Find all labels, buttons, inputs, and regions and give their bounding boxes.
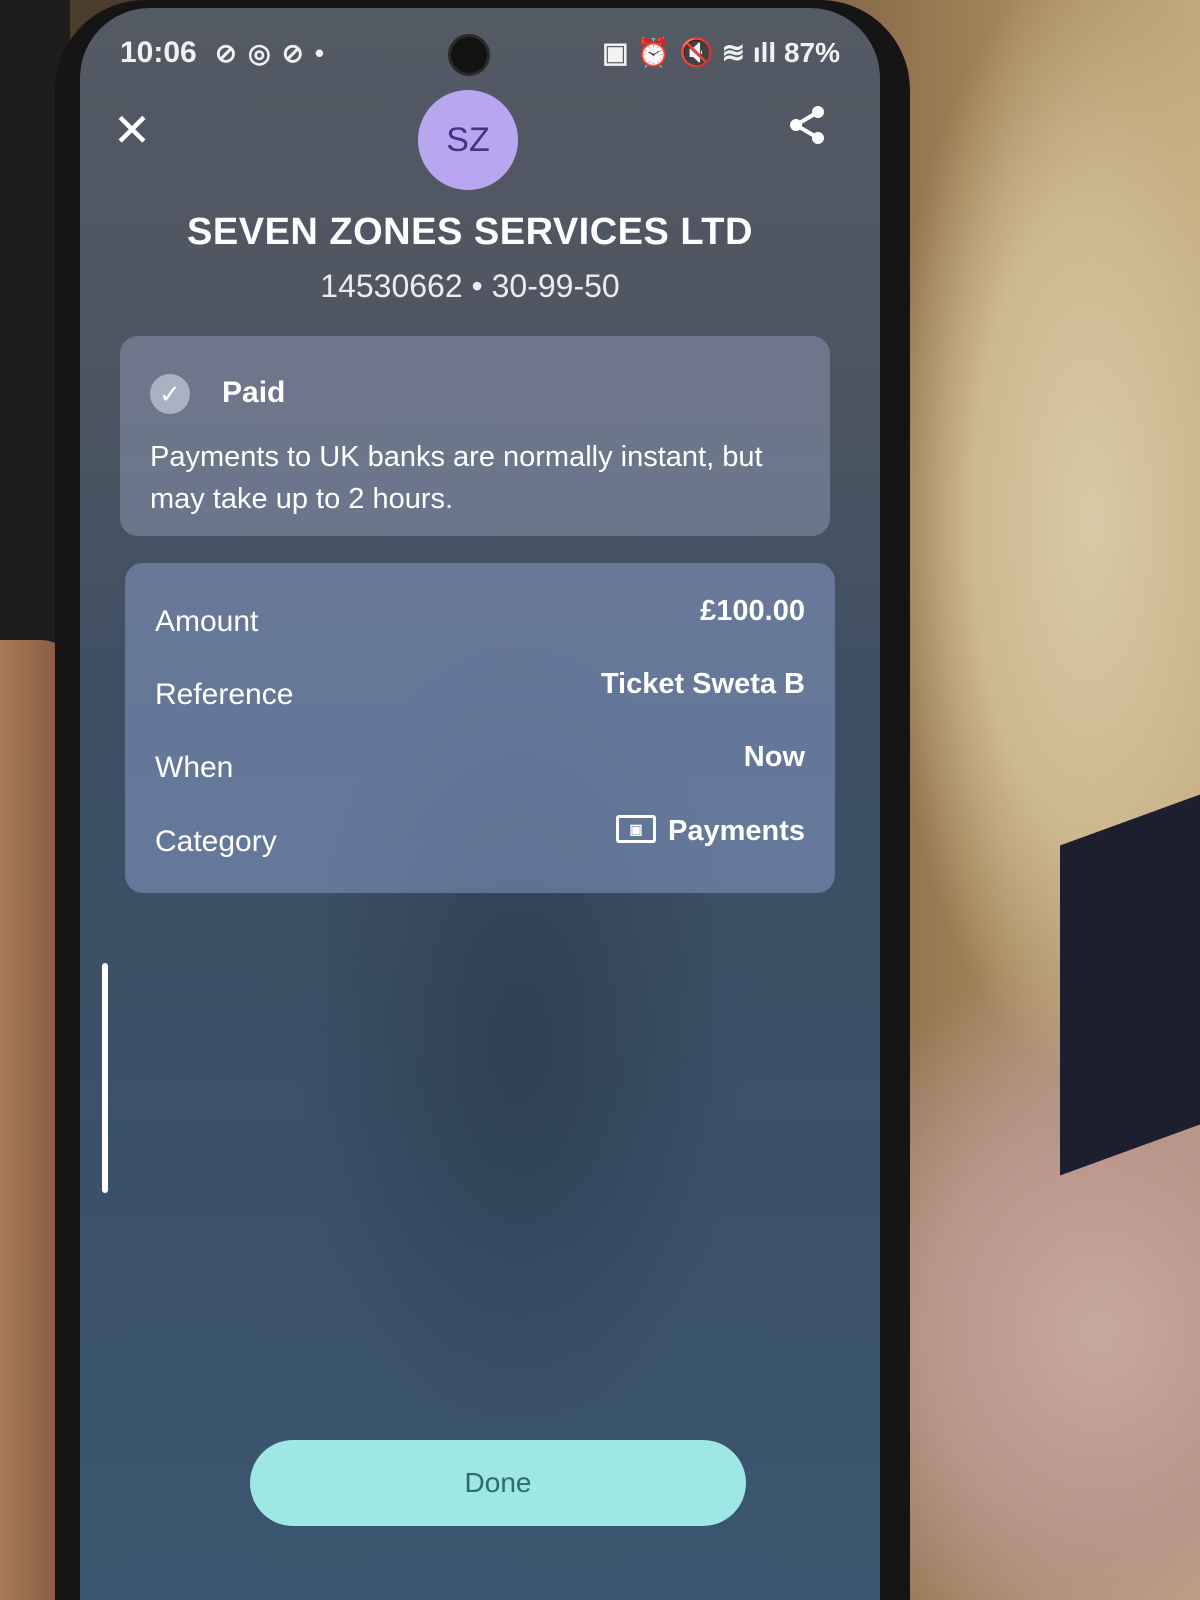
cash-icon: ▣	[615, 815, 656, 844]
avatar-initials: SZ	[446, 121, 490, 159]
detail-label: Category	[155, 825, 277, 858]
category-value[interactable]: ▣ Payments	[615, 815, 805, 848]
front-camera	[448, 34, 490, 76]
when-value: Now	[743, 741, 805, 773]
reference-value: Ticket Sweta B	[600, 668, 805, 700]
amount-value: £100.00	[700, 595, 805, 627]
payment-status-description: Payments to UK banks are normally instan…	[150, 441, 763, 515]
background-cloth	[1060, 794, 1200, 1176]
system-status: ▣ ⏰ 🔇 ≋ ıll 87%	[602, 36, 840, 69]
detail-row-reference: Reference Ticket Sweta B	[155, 668, 805, 728]
done-button[interactable]: Done	[250, 1440, 746, 1526]
payment-status-card: ✓ Paid Payments to UK banks are normally…	[120, 336, 830, 536]
system-icons: ▣ ⏰ 🔇 ≋ ıll	[602, 37, 777, 68]
payment-status-title: Paid	[222, 376, 286, 409]
detail-label: Reference	[155, 678, 294, 711]
status-time: 10:06	[120, 36, 197, 69]
check-icon: ✓	[150, 374, 190, 414]
phone-screen: 10:06 ⊘ ◎ ⊘ • ▣ ⏰ 🔇 ≋ ıll 87% ✕ SZ SEVEN…	[80, 8, 880, 1600]
category-label: Payments	[667, 815, 805, 847]
detail-row-amount: Amount £100.00	[155, 595, 805, 655]
detail-row-when: When Now	[155, 741, 805, 801]
share-button[interactable]	[785, 103, 829, 147]
scroll-indicator	[102, 963, 108, 1193]
close-button[interactable]: ✕	[110, 107, 154, 153]
payee-account-details: 14530662 • 30-99-50	[320, 268, 620, 304]
payee-avatar: SZ	[418, 90, 518, 190]
share-icon	[790, 106, 824, 144]
close-icon: ✕	[112, 104, 152, 156]
phone-body: 10:06 ⊘ ◎ ⊘ • ▣ ⏰ 🔇 ≋ ıll 87% ✕ SZ SEVEN…	[55, 0, 910, 1600]
battery-level: 87%	[783, 37, 840, 68]
notification-icons: ⊘ ◎ ⊘ •	[215, 38, 327, 68]
detail-row-category[interactable]: Category ▣ Payments	[155, 815, 805, 875]
payee-name: SEVEN ZONES SERVICES LTD	[187, 211, 753, 253]
detail-label: Amount	[155, 605, 259, 638]
detail-label: When	[155, 751, 234, 784]
payment-details-card: Amount £100.00 Reference Ticket Sweta B …	[125, 563, 835, 893]
